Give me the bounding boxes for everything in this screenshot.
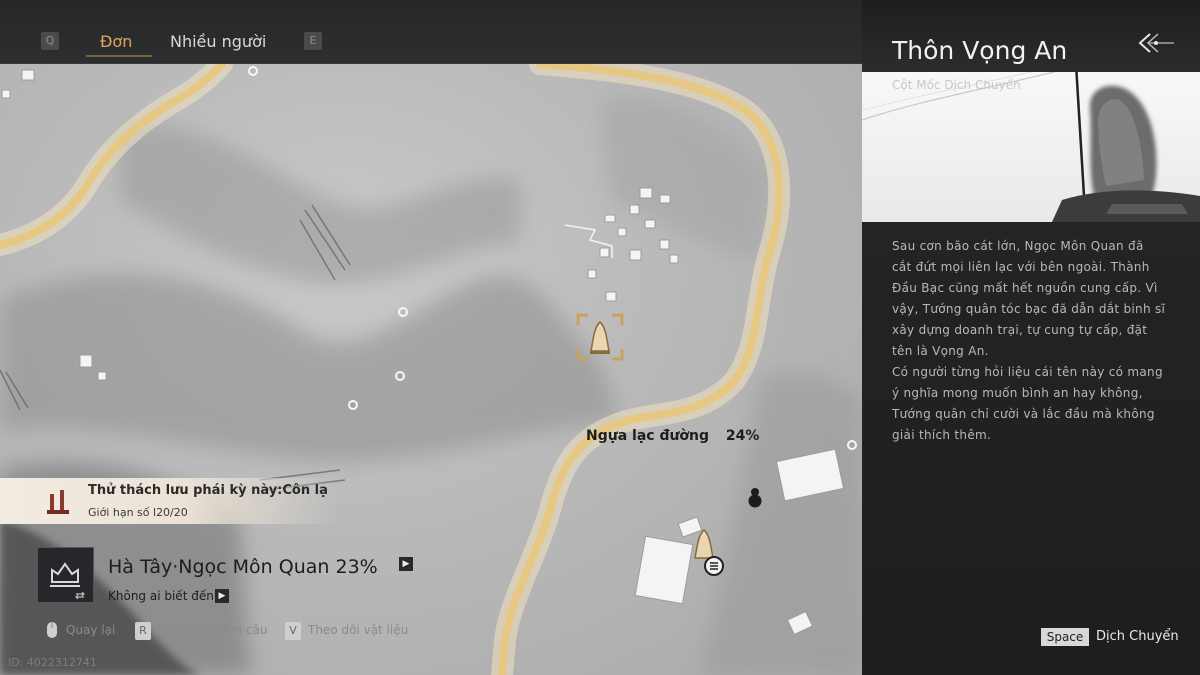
hint-key-v: V bbox=[285, 622, 301, 640]
location-title: Thôn Vọng An bbox=[892, 36, 1068, 65]
region-details-arrow-icon[interactable]: ▶ bbox=[399, 557, 413, 571]
seasonal-challenge-banner[interactable]: Thử thách lưu phái kỳ này:Côn lạ Giới hạ… bbox=[0, 478, 340, 524]
region-name[interactable]: Hà Tây·Ngọc Môn Quan 23% bbox=[108, 556, 378, 578]
key-e-icon[interactable]: E bbox=[304, 32, 322, 50]
challenge-icon bbox=[47, 490, 69, 514]
region-emblem-icon[interactable] bbox=[37, 547, 94, 603]
location-description: Sau cơn bão cát lớn, Ngọc Môn Quan đã cắ… bbox=[892, 236, 1167, 446]
active-tab-underline bbox=[86, 55, 152, 57]
map-mode-tab-bar: Q Đơn Nhiều người E bbox=[0, 0, 862, 64]
description-paragraph: Sau cơn bão cát lớn, Ngọc Môn Quan đã cắ… bbox=[892, 239, 1166, 358]
hint-back[interactable]: Quay lại bbox=[66, 623, 115, 637]
hint-filter[interactable]: Lọc dấu chấm câu bbox=[158, 623, 267, 637]
location-detail-panel: Thôn Vọng An Cột Mốc Dịch Chuyển Sau cơn… bbox=[862, 0, 1200, 675]
challenge-limit-value: 20/20 bbox=[156, 506, 188, 519]
location-type: Cột Mốc Dịch Chuyển bbox=[892, 78, 1021, 92]
key-q-icon[interactable]: Q bbox=[41, 32, 59, 50]
challenge-limit-label: Giới hạn số l bbox=[88, 506, 157, 519]
challenge-limit: Giới hạn số l20/20 bbox=[88, 506, 188, 519]
tab-solo[interactable]: Đơn bbox=[100, 32, 132, 51]
world-map[interactable]: Q Đơn Nhiều người E Ngựa lạc đường 24% T… bbox=[0, 0, 862, 675]
poi-progress: 24% bbox=[725, 428, 760, 444]
teleport-key[interactable]: Space bbox=[1041, 628, 1089, 646]
hint-track-materials[interactable]: Theo dõi vật liệu bbox=[308, 623, 408, 637]
region-status-arrow-icon[interactable]: ▶ bbox=[215, 589, 229, 603]
poi-label: Ngựa lạc đường 24% bbox=[586, 428, 759, 444]
region-exploration-status[interactable]: Không ai biết đến bbox=[108, 589, 214, 603]
description-paragraph: Có người từng hỏi liệu cái tên này có ma… bbox=[892, 365, 1163, 442]
tab-multiplayer[interactable]: Nhiều người bbox=[170, 32, 266, 51]
hint-key-r: R bbox=[135, 622, 151, 640]
mouse-icon bbox=[47, 622, 57, 638]
player-id: ID: 4022312741 bbox=[8, 656, 97, 669]
waypoint-selected-icon[interactable] bbox=[576, 313, 624, 361]
challenge-title: Thử thách lưu phái kỳ này:Côn lạ bbox=[88, 483, 328, 498]
waypoint-icon[interactable] bbox=[690, 528, 730, 580]
gourd-icon[interactable] bbox=[747, 486, 763, 508]
teleport-button[interactable]: Dịch Chuyển bbox=[1096, 629, 1179, 644]
poi-name: Ngựa lạc đường bbox=[586, 428, 710, 444]
back-arrow-icon[interactable] bbox=[1136, 30, 1176, 60]
